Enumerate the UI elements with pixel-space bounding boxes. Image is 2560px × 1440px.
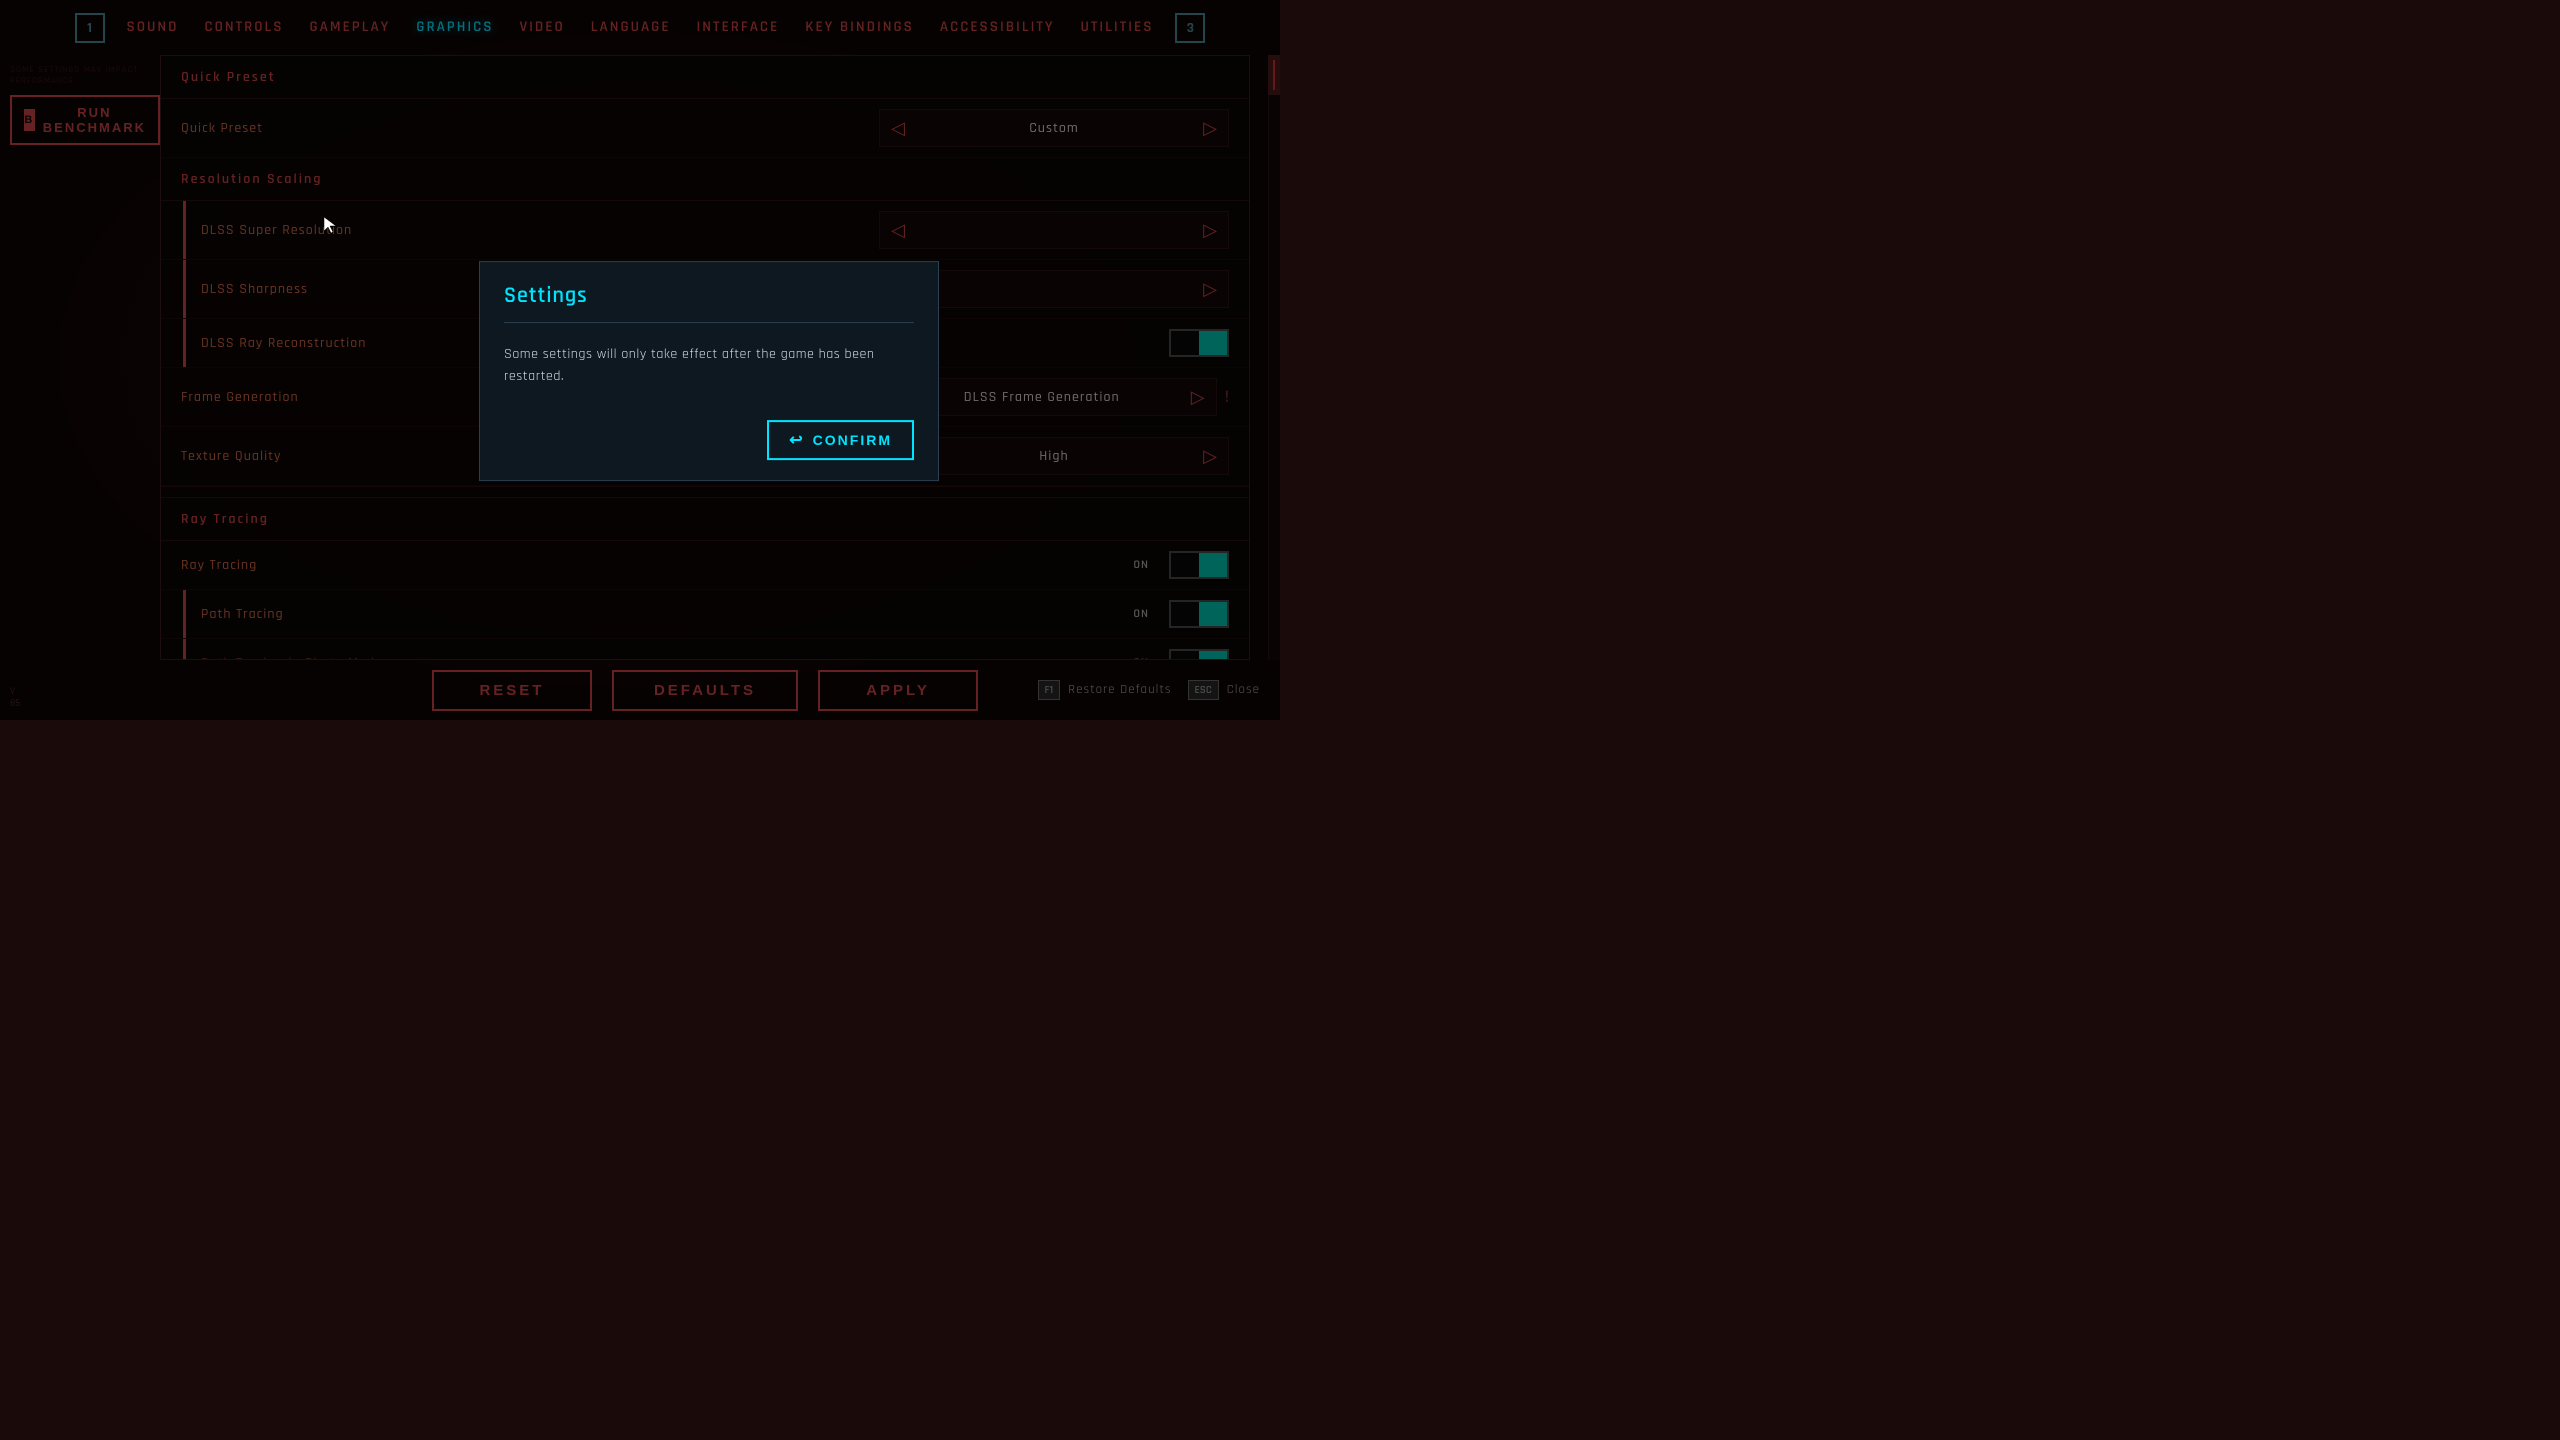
confirm-label: CONFIRM bbox=[813, 432, 892, 448]
confirm-icon: ↩ bbox=[789, 430, 804, 450]
modal-title: Settings bbox=[480, 262, 938, 322]
modal-body: Some settings will only take effect afte… bbox=[480, 323, 938, 408]
modal-overlay: Settings Some settings will only take ef… bbox=[0, 0, 1280, 720]
confirm-button[interactable]: ↩ CONFIRM bbox=[767, 420, 914, 460]
modal-footer: ↩ CONFIRM bbox=[480, 408, 938, 480]
settings-dialog: Settings Some settings will only take ef… bbox=[479, 261, 939, 481]
